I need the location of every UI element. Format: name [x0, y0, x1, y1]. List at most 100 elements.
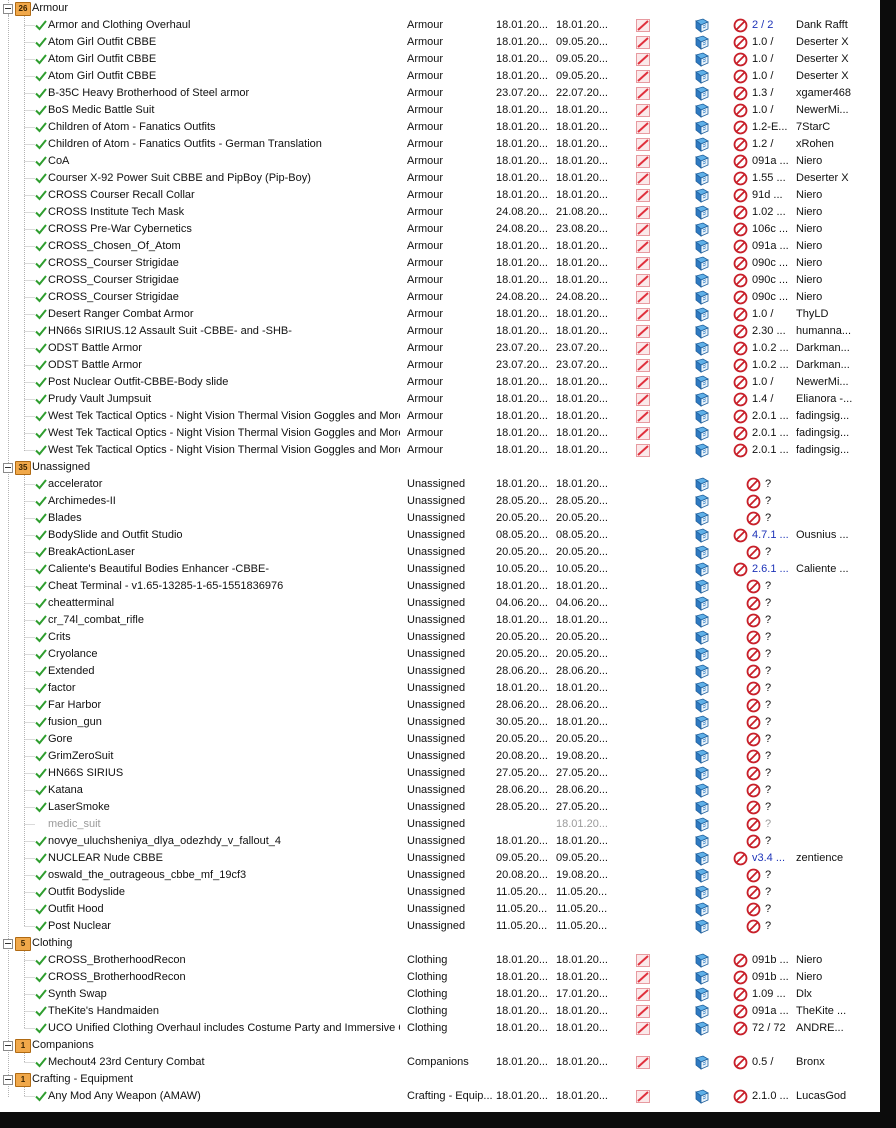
- table-row[interactable]: West Tek Tactical Optics - Night Vision …: [0, 442, 880, 459]
- enabled-checkmark-icon[interactable]: [35, 376, 47, 388]
- not-endorsed-icon[interactable]: [746, 511, 761, 526]
- table-row[interactable]: Atom Girl Outfit CBBE Armour 18.01.20... 09…: [0, 51, 880, 68]
- not-endorsed-icon[interactable]: [733, 35, 748, 50]
- enabled-checkmark-icon[interactable]: [35, 563, 47, 575]
- not-endorsed-icon[interactable]: [733, 18, 748, 33]
- enabled-checkmark-icon[interactable]: [35, 835, 47, 847]
- enabled-checkmark-icon[interactable]: [35, 699, 47, 711]
- not-endorsed-icon[interactable]: [746, 834, 761, 849]
- nexus-info-icon[interactable]: [694, 392, 710, 407]
- not-endorsed-icon[interactable]: [746, 477, 761, 492]
- table-row[interactable]: CROSS_BrotherhoodRecon Clothing 18.01.20..…: [0, 952, 880, 969]
- nexus-info-icon[interactable]: [694, 477, 710, 492]
- enabled-checkmark-icon[interactable]: [35, 274, 47, 286]
- group-row-unassigned[interactable]: 35 Unassigned: [0, 459, 880, 476]
- nexus-info-icon[interactable]: [694, 426, 710, 441]
- table-row[interactable]: CROSS Courser Recall Collar Armour 18.01.2…: [0, 187, 880, 204]
- enabled-checkmark-icon[interactable]: [35, 359, 47, 371]
- table-row[interactable]: CROSS_Chosen_Of_Atom Armour 18.01.20... 18.…: [0, 238, 880, 255]
- enabled-checkmark-icon[interactable]: [35, 733, 47, 745]
- nexus-info-icon[interactable]: [694, 273, 710, 288]
- nexus-info-icon[interactable]: [694, 290, 710, 305]
- nexus-info-icon[interactable]: [694, 715, 710, 730]
- table-row[interactable]: Archimedes-II Unassigned 28.05.20... 28.05.…: [0, 493, 880, 510]
- not-endorsed-icon[interactable]: [733, 324, 748, 339]
- enabled-checkmark-icon[interactable]: [35, 478, 47, 490]
- table-row[interactable]: Caliente's Beautiful Bodies Enhancer -CB…: [0, 561, 880, 578]
- not-endorsed-icon[interactable]: [746, 800, 761, 815]
- table-row[interactable]: Atom Girl Outfit CBBE Armour 18.01.20... 09…: [0, 68, 880, 85]
- nexus-info-icon[interactable]: [694, 324, 710, 339]
- enabled-checkmark-icon[interactable]: [35, 36, 47, 48]
- nexus-info-icon[interactable]: [694, 103, 710, 118]
- nexus-info-icon[interactable]: [694, 1021, 710, 1036]
- table-row[interactable]: CROSS Institute Tech Mask Armour 24.08.20.…: [0, 204, 880, 221]
- enabled-checkmark-icon[interactable]: [35, 580, 47, 592]
- nexus-info-icon[interactable]: [694, 69, 710, 84]
- table-row[interactable]: fusion_gun Unassigned 30.05.20... 18.01.20.…: [0, 714, 880, 731]
- nexus-info-icon[interactable]: [694, 851, 710, 866]
- table-row[interactable]: Atom Girl Outfit CBBE Armour 18.01.20... 09…: [0, 34, 880, 51]
- table-row[interactable]: Crits Unassigned 20.05.20... 20.05.20...?: [0, 629, 880, 646]
- not-endorsed-icon[interactable]: [746, 681, 761, 696]
- enabled-checkmark-icon[interactable]: [35, 716, 47, 728]
- enabled-checkmark-icon[interactable]: [35, 971, 47, 983]
- nexus-info-icon[interactable]: [694, 443, 710, 458]
- enabled-checkmark-icon[interactable]: [35, 19, 47, 31]
- enabled-checkmark-icon[interactable]: [35, 291, 47, 303]
- enabled-checkmark-icon[interactable]: [35, 546, 47, 558]
- not-endorsed-icon[interactable]: [733, 307, 748, 322]
- nexus-info-icon[interactable]: [694, 307, 710, 322]
- nexus-info-icon[interactable]: [694, 256, 710, 271]
- enabled-checkmark-icon[interactable]: [35, 121, 47, 133]
- enabled-checkmark-icon[interactable]: [35, 597, 47, 609]
- table-row[interactable]: Post Nuclear Outfit-CBBE-Body slide Armou…: [0, 374, 880, 391]
- not-endorsed-icon[interactable]: [733, 987, 748, 1002]
- not-endorsed-icon[interactable]: [733, 409, 748, 424]
- enabled-checkmark-icon[interactable]: [35, 665, 47, 677]
- table-row[interactable]: Armor and Clothing Overhaul Armour 18.01.2…: [0, 17, 880, 34]
- table-row[interactable]: BreakActionLaser Unassigned 20.05.20... 20.…: [0, 544, 880, 561]
- nexus-info-icon[interactable]: [694, 52, 710, 67]
- enabled-checkmark-icon[interactable]: [35, 427, 47, 439]
- not-endorsed-icon[interactable]: [746, 630, 761, 645]
- enabled-checkmark-icon[interactable]: [35, 325, 47, 337]
- table-row[interactable]: West Tek Tactical Optics - Night Vision …: [0, 408, 880, 425]
- not-endorsed-icon[interactable]: [746, 647, 761, 662]
- enabled-checkmark-icon[interactable]: [35, 512, 47, 524]
- nexus-info-icon[interactable]: [694, 562, 710, 577]
- enabled-checkmark-icon[interactable]: [35, 682, 47, 694]
- nexus-info-icon[interactable]: [694, 222, 710, 237]
- nexus-info-icon[interactable]: [694, 171, 710, 186]
- enabled-checkmark-icon[interactable]: [35, 87, 47, 99]
- nexus-info-icon[interactable]: [694, 120, 710, 135]
- not-endorsed-icon[interactable]: [733, 103, 748, 118]
- collapse-toggle-icon[interactable]: [3, 1075, 13, 1085]
- not-endorsed-icon[interactable]: [733, 443, 748, 458]
- table-row[interactable]: ODST Battle Armor Armour 23.07.20... 23.07.…: [0, 340, 880, 357]
- nexus-info-icon[interactable]: [694, 494, 710, 509]
- nexus-info-icon[interactable]: [694, 749, 710, 764]
- table-row[interactable]: Outfit Hood Unassigned 11.05.20... 11.05.20…: [0, 901, 880, 918]
- nexus-info-icon[interactable]: [694, 375, 710, 390]
- nexus-info-icon[interactable]: [694, 18, 710, 33]
- enabled-checkmark-icon[interactable]: [35, 342, 47, 354]
- nexus-info-icon[interactable]: [694, 1004, 710, 1019]
- not-endorsed-icon[interactable]: [733, 222, 748, 237]
- table-row[interactable]: GrimZeroSuit Unassigned 20.08.20... 19.08.2…: [0, 748, 880, 765]
- nexus-info-icon[interactable]: [694, 137, 710, 152]
- nexus-info-icon[interactable]: [694, 647, 710, 662]
- enabled-checkmark-icon[interactable]: [35, 257, 47, 269]
- enabled-checkmark-icon[interactable]: [35, 1090, 47, 1102]
- enabled-checkmark-icon[interactable]: [35, 393, 47, 405]
- table-row[interactable]: cr_74l_combat_rifle Unassigned 18.01.20...…: [0, 612, 880, 629]
- not-endorsed-icon[interactable]: [746, 902, 761, 917]
- nexus-info-icon[interactable]: [694, 681, 710, 696]
- nexus-info-icon[interactable]: [694, 86, 710, 101]
- table-row[interactable]: TheKite's Handmaiden Clothing 18.01.20... 1…: [0, 1003, 880, 1020]
- not-endorsed-icon[interactable]: [746, 817, 761, 832]
- not-endorsed-icon[interactable]: [746, 919, 761, 934]
- enabled-checkmark-icon[interactable]: [35, 750, 47, 762]
- table-row[interactable]: novye_uluchsheniya_dlya_odezhdy_v_fallou…: [0, 833, 880, 850]
- enabled-checkmark-icon[interactable]: [35, 104, 47, 116]
